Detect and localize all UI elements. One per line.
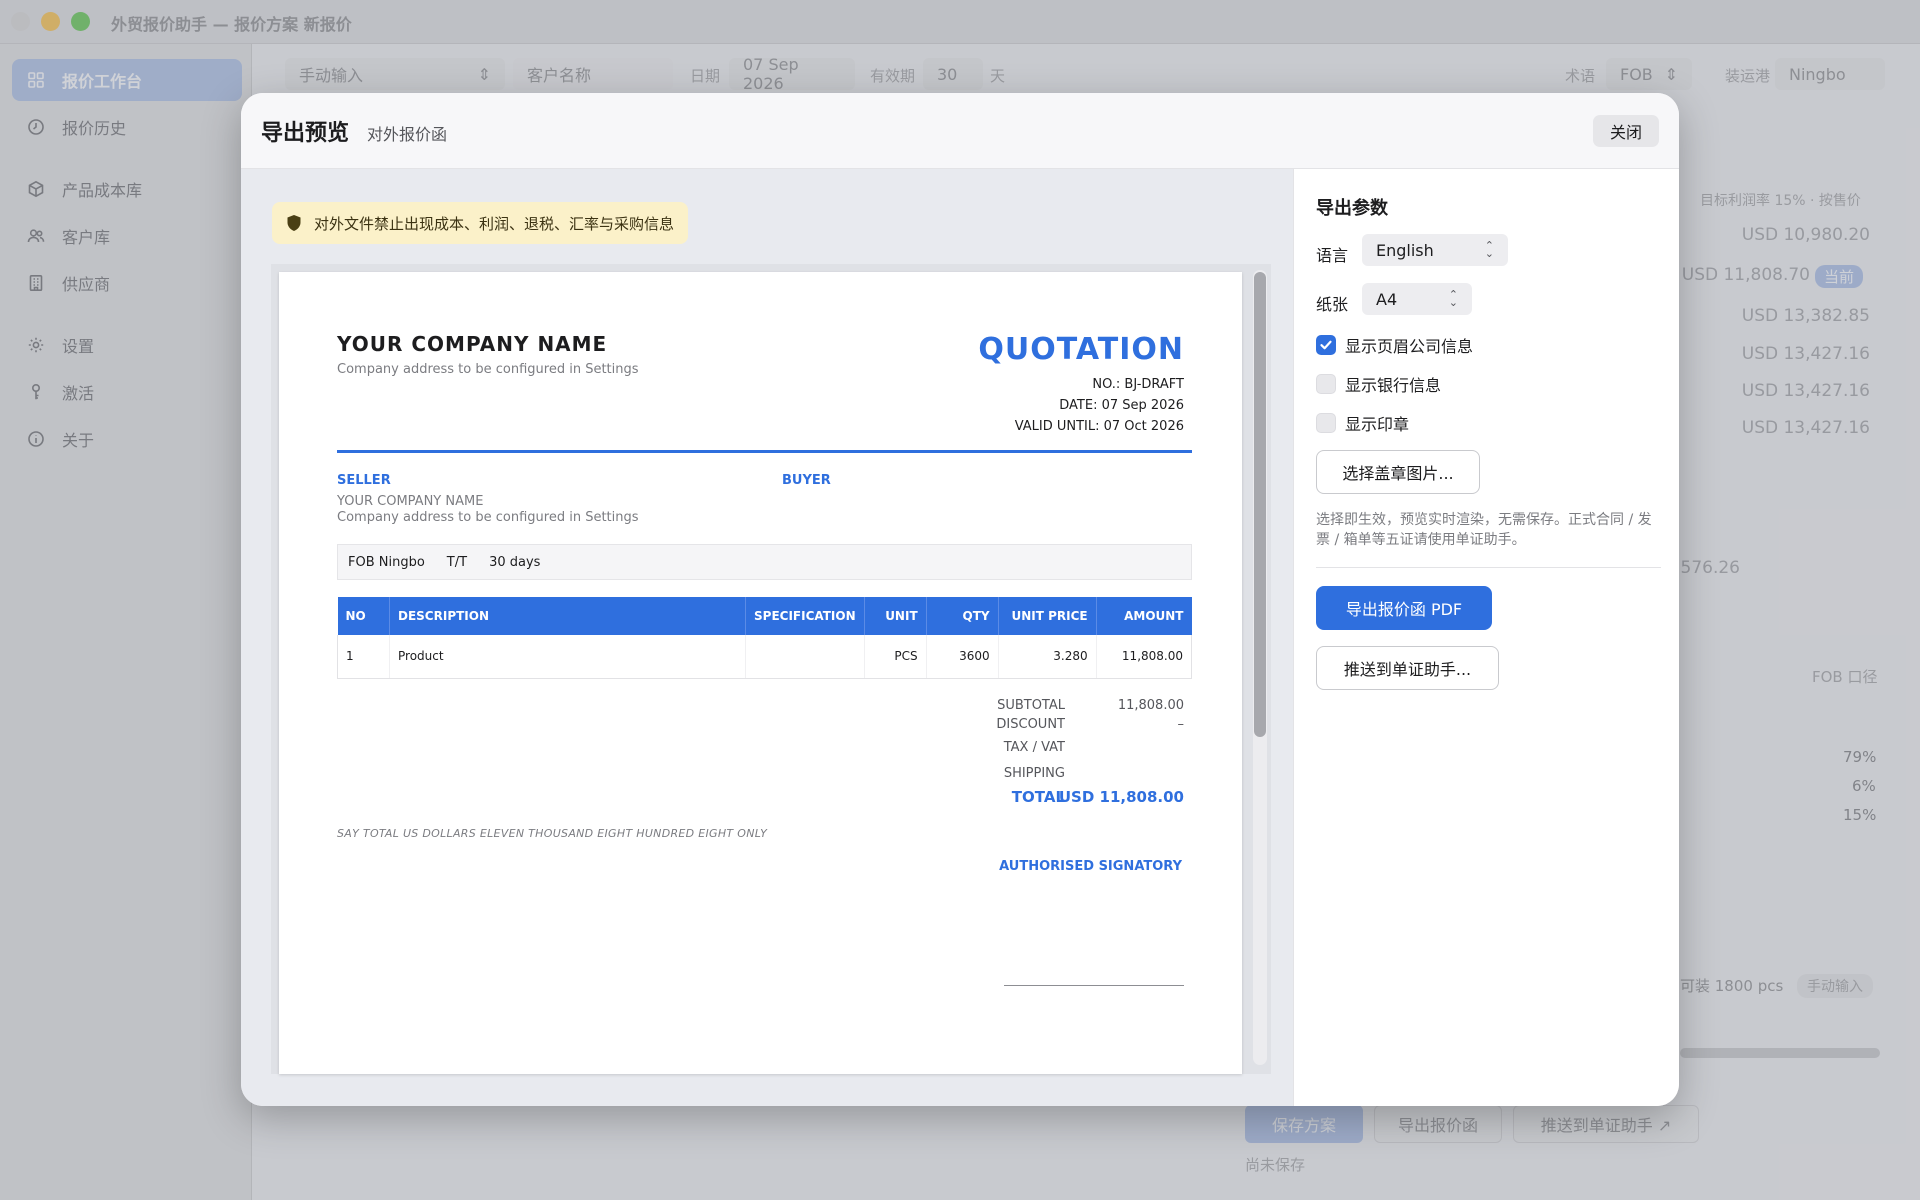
subtotal-label: SUBTOTAL [997,698,1065,713]
trade-terms-bar: FOB Ningbo T/T 30 days [337,544,1192,580]
modal-title: 导出预览 [261,121,350,146]
language-value: English [1376,240,1434,260]
validity-term: 30 days [489,554,541,570]
quote-valid-until: VALID UNTIL: 07 Oct 2026 [1014,419,1184,434]
params-title: 导出参数 [1316,198,1388,219]
confidentiality-warning: 对外文件禁止出现成本、利润、退税、汇率与采购信息 [272,202,689,244]
params-divider [1316,567,1661,568]
shield-icon [286,214,302,232]
cell-unit-price: 3.280 [998,635,1097,679]
shipping-label: SHIPPING [1003,766,1065,781]
cell-amount: 11,808.00 [1096,635,1193,679]
header-rule [337,450,1192,453]
modal-subtitle: 对外报价函 [367,125,448,144]
chevron-updown-icon: ⌃ ⌄ [1448,288,1458,309]
warning-text: 对外文件禁止出现成本、利润、退税、汇率与采购信息 [314,214,675,233]
checkbox-label: 显示页眉公司信息 [1345,337,1474,356]
show-bank-checkbox[interactable]: 显示银行信息 [1316,372,1441,396]
checkbox-label: 显示银行信息 [1345,376,1442,395]
document-viewport[interactable]: YOUR COMPANY NAME Company address to be … [271,264,1271,1074]
cell-qty: 3600 [926,635,999,679]
export-pdf-button[interactable]: 导出报价函 PDF [1316,586,1492,630]
cell-unit: PCS [864,635,927,679]
discount-value: – [1177,717,1185,732]
modal-header: 导出预览 对外报价函 关闭 [241,93,1679,169]
checkbox-checked[interactable] [1316,335,1336,355]
chevron-updown-icon: ⌃ ⌄ [1484,239,1494,260]
quote-date: DATE: 07 Sep 2026 [1059,398,1184,413]
push-to-doc-button[interactable]: 推送到单证助手... [1316,646,1499,690]
seller-name: YOUR COMPANY NAME [337,494,484,509]
company-address: Company address to be configured in Sett… [337,362,639,377]
quotation-page: YOUR COMPANY NAME Company address to be … [279,272,1242,1074]
subtotal-value: 11,808.00 [1117,698,1184,713]
seller-label: SELLER [337,473,391,488]
paper-value: A4 [1376,289,1398,309]
quote-number: NO.: BJ-DRAFT [1092,377,1184,392]
cell-no: 1 [337,635,390,679]
preview-scrollbar[interactable] [1253,270,1267,1065]
signatory-label: AUTHORISED SIGNATORY [999,859,1182,874]
cell-specification [745,635,865,679]
incoterm: FOB Ningbo [348,554,425,570]
paper-label: 纸张 [1316,295,1349,314]
export-preview-modal: 导出预览 对外报价函 关闭 对外文件禁止出现成本、利润、退税、汇率与采购信息 Y… [241,93,1679,1106]
tax-label: TAX / VAT [1003,740,1065,755]
cell-description: Product [389,635,746,679]
show-header-checkbox[interactable]: 显示页眉公司信息 [1316,333,1473,357]
checkbox-unchecked[interactable] [1316,374,1336,394]
language-select[interactable]: English ⌃ ⌄ [1362,234,1508,266]
col-qty: QTY [926,597,999,635]
document-title: QUOTATION [978,332,1184,367]
params-hint: 选择即生效，预览实时渲染，无需保存。正式合同 / 发票 / 箱单等五证请使用单证… [1316,512,1652,548]
col-description: DESCRIPTION [389,597,746,635]
choose-stamp-button[interactable]: 选择盖章图片... [1316,450,1480,494]
col-specification: SPECIFICATION [745,597,865,635]
signature-line [1004,985,1184,986]
scrollbar-thumb[interactable] [1254,272,1266,737]
close-button[interactable]: 关闭 [1593,115,1659,147]
checkbox-label: 显示印章 [1345,415,1410,434]
language-label: 语言 [1316,246,1349,265]
buyer-label: BUYER [782,473,831,488]
preview-area: 对外文件禁止出现成本、利润、退税、汇率与采购信息 YOUR COMPANY NA… [241,169,1293,1106]
table-header-row: NO DESCRIPTION SPECIFICATION UNIT QTY UN… [337,597,1192,635]
payment-term: T/T [446,554,468,570]
col-unit-price: UNIT PRICE [998,597,1097,635]
col-no: NO [337,597,390,635]
items-table: NO DESCRIPTION SPECIFICATION UNIT QTY UN… [337,597,1193,679]
export-params-panel: 导出参数 语言 English ⌃ ⌄ 纸张 A4 ⌃ ⌄ 显示页眉公司信息 显示银… [1293,169,1679,1106]
show-stamp-checkbox[interactable]: 显示印章 [1316,411,1409,435]
total-value: USD 11,808.00 [1058,788,1184,806]
discount-label: DISCOUNT [996,717,1065,732]
checkbox-unchecked[interactable] [1316,413,1336,433]
paper-select[interactable]: A4 ⌃ ⌄ [1362,283,1472,315]
col-amount: AMOUNT [1096,597,1192,635]
table-row: 1 Product PCS 3600 3.280 11,808.00 [337,635,1193,679]
seller-address: Company address to be configured in Sett… [337,510,639,525]
col-unit: UNIT [864,597,927,635]
amount-in-words: SAY TOTAL US DOLLARS ELEVEN THOUSAND EIG… [337,827,768,840]
company-name: YOUR COMPANY NAME [337,332,608,356]
total-label: TOTAL [1011,788,1065,806]
